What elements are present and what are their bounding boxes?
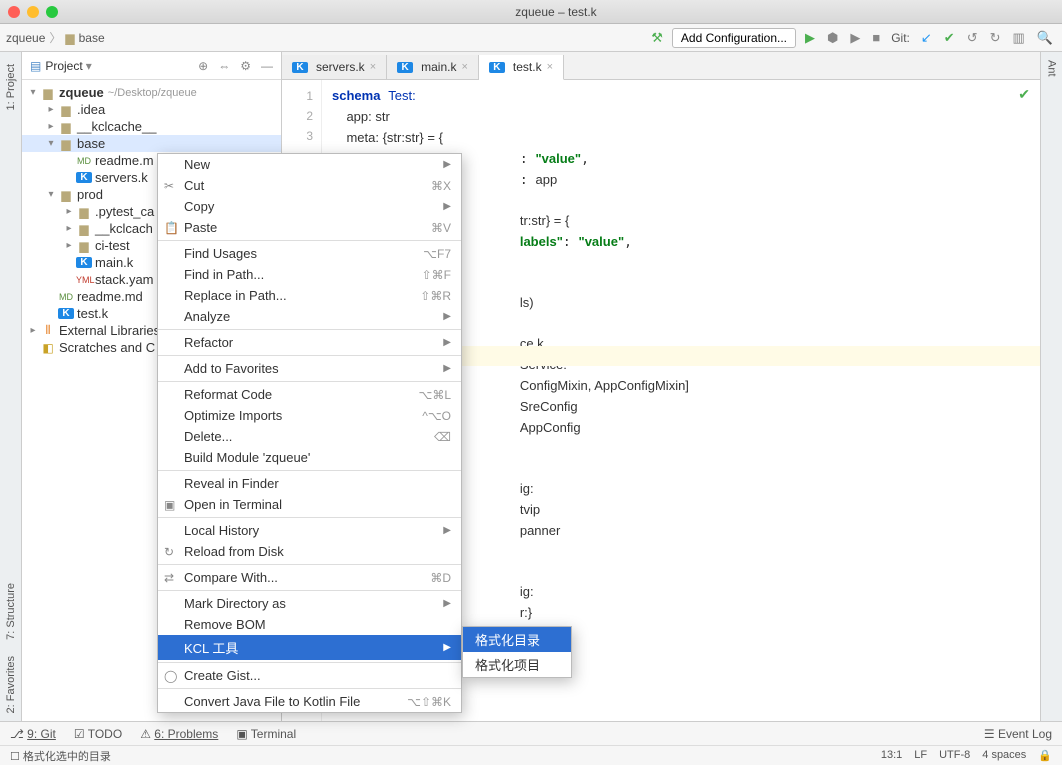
context-submenu: 格式化目录格式化项目 bbox=[462, 626, 572, 678]
git-label: Git: bbox=[889, 31, 912, 45]
breadcrumb[interactable]: zqueue 〉 ▆ base bbox=[6, 29, 105, 46]
window-controls bbox=[8, 6, 58, 18]
hide-icon[interactable]: — bbox=[261, 59, 273, 73]
status-encoding[interactable]: UTF-8 bbox=[939, 749, 970, 762]
breadcrumb-item[interactable]: base bbox=[79, 31, 105, 45]
coverage-icon[interactable]: ▶ bbox=[847, 30, 863, 46]
tab-main[interactable]: Kmain.k× bbox=[387, 55, 479, 79]
menu-item[interactable]: KCL 工具▶ bbox=[158, 635, 461, 660]
menu-item[interactable]: Mark Directory as▶ bbox=[158, 593, 461, 614]
check-icon: ✔ bbox=[1018, 86, 1030, 103]
status-position[interactable]: 13:1 bbox=[881, 749, 902, 762]
folder-icon: ▆ bbox=[65, 31, 74, 45]
gear-icon[interactable]: ⚙ bbox=[240, 59, 251, 73]
tool-problems[interactable]: ⚠ 6: Problems bbox=[140, 727, 218, 741]
submenu-item[interactable]: 格式化目录 bbox=[463, 627, 571, 652]
debug-icon[interactable]: ⬢ bbox=[824, 30, 841, 46]
target-icon[interactable]: ⊕ bbox=[198, 59, 208, 73]
menu-item[interactable]: Find Usages⌥F7 bbox=[158, 243, 461, 264]
menu-item[interactable]: Add to Favorites▶ bbox=[158, 358, 461, 379]
bottom-tool-bar: ⎇ 9: Git ☑ TODO ⚠ 6: Problems ▣ Terminal… bbox=[0, 721, 1062, 745]
tab-test[interactable]: Ktest.k× bbox=[479, 55, 564, 80]
git-update-icon[interactable]: ↙ bbox=[918, 30, 935, 46]
menu-item[interactable]: ✂Cut⌘X bbox=[158, 175, 461, 196]
close-icon[interactable]: × bbox=[461, 61, 467, 73]
minimize-icon[interactable] bbox=[27, 6, 39, 18]
maximize-icon[interactable] bbox=[46, 6, 58, 18]
tree-item[interactable]: ▸▆.idea bbox=[22, 101, 281, 118]
tool-structure[interactable]: 7: Structure bbox=[5, 583, 17, 640]
menu-item[interactable]: Optimize Imports^⌥O bbox=[158, 405, 461, 426]
add-configuration-button[interactable]: Add Configuration... bbox=[672, 28, 796, 48]
main-toolbar: zqueue 〉 ▆ base ⚒ Add Configuration... ▶… bbox=[0, 24, 1062, 52]
tree-root[interactable]: ▾▆zqueue~/Desktop/zqueue bbox=[22, 84, 281, 101]
breadcrumb-item[interactable]: zqueue bbox=[6, 31, 45, 45]
menu-item[interactable]: ⇄Compare With...⌘D bbox=[158, 567, 461, 588]
menu-item[interactable]: Replace in Path...⇧⌘R bbox=[158, 285, 461, 306]
menu-item[interactable]: Copy▶ bbox=[158, 196, 461, 217]
menu-item[interactable]: Reformat Code⌥⌘L bbox=[158, 384, 461, 405]
sidebar-title[interactable]: Project bbox=[45, 59, 82, 73]
menu-item[interactable]: Reveal in Finder bbox=[158, 473, 461, 494]
status-indent[interactable]: 4 spaces bbox=[982, 749, 1026, 762]
left-tool-strip: 1: Project 7: Structure 2: Favorites bbox=[0, 52, 22, 721]
collapse-icon[interactable]: ⇔ bbox=[218, 59, 230, 73]
close-icon[interactable]: × bbox=[547, 61, 553, 73]
menu-item[interactable]: New▶ bbox=[158, 154, 461, 175]
tree-item-base[interactable]: ▾▆base bbox=[22, 135, 281, 152]
menu-item[interactable]: Delete...⌫ bbox=[158, 426, 461, 447]
menu-item[interactable]: Build Module 'zqueue' bbox=[158, 447, 461, 468]
tool-terminal[interactable]: ▣ Terminal bbox=[236, 727, 296, 741]
menu-item[interactable]: 📋Paste⌘V bbox=[158, 217, 461, 238]
tool-project[interactable]: 1: Project bbox=[5, 64, 17, 110]
menu-item[interactable]: ▣Open in Terminal bbox=[158, 494, 461, 515]
stop-icon[interactable]: ■ bbox=[869, 30, 883, 45]
structure-icon[interactable]: ▥ bbox=[1010, 30, 1028, 46]
window-title: zqueue – test.k bbox=[58, 5, 1054, 19]
tool-git[interactable]: ⎇ 9: Git bbox=[10, 727, 56, 741]
right-tool-strip: Ant bbox=[1040, 52, 1062, 721]
menu-item[interactable]: ◯Create Gist... bbox=[158, 665, 461, 686]
menu-item[interactable]: Local History▶ bbox=[158, 520, 461, 541]
menu-item[interactable]: ↻Reload from Disk bbox=[158, 541, 461, 562]
tool-todo[interactable]: ☑ TODO bbox=[74, 727, 122, 741]
context-menu: New▶✂Cut⌘XCopy▶📋Paste⌘V Find Usages⌥F7Fin… bbox=[157, 153, 462, 713]
status-bar: ☐ 格式化选中的目录 13:1 LF UTF-8 4 spaces 🔒 bbox=[0, 745, 1062, 765]
menu-item[interactable]: Find in Path...⇧⌘F bbox=[158, 264, 461, 285]
tool-ant[interactable]: Ant bbox=[1046, 60, 1058, 77]
chevron-right-icon: 〉 bbox=[49, 29, 61, 46]
project-icon: ▤ bbox=[30, 59, 41, 73]
close-icon[interactable]: × bbox=[370, 61, 376, 73]
run-icon[interactable]: ▶ bbox=[802, 30, 818, 46]
titlebar: zqueue – test.k bbox=[0, 0, 1062, 24]
tool-event-log[interactable]: ☰ Event Log bbox=[984, 727, 1052, 741]
rollback-icon[interactable]: ↻ bbox=[987, 30, 1004, 46]
lock-icon[interactable]: 🔒 bbox=[1038, 749, 1052, 762]
close-icon[interactable] bbox=[8, 6, 20, 18]
menu-item[interactable]: Analyze▶ bbox=[158, 306, 461, 327]
chevron-down-icon[interactable]: ▾ bbox=[86, 59, 92, 73]
menu-item[interactable]: Convert Java File to Kotlin File⌥⇧⌘K bbox=[158, 691, 461, 712]
tab-servers[interactable]: Kservers.k× bbox=[282, 55, 387, 79]
submenu-item[interactable]: 格式化项目 bbox=[463, 652, 571, 677]
tree-item[interactable]: ▸▆__kclcache__ bbox=[22, 118, 281, 135]
git-commit-icon[interactable]: ✔ bbox=[941, 30, 958, 46]
sidebar-header: ▤ Project ▾ ⊕ ⇔ ⚙ — bbox=[22, 52, 281, 80]
status-message: ☐ 格式化选中的目录 bbox=[10, 748, 111, 764]
menu-item[interactable]: Remove BOM bbox=[158, 614, 461, 635]
tool-favorites[interactable]: 2: Favorites bbox=[5, 656, 17, 713]
search-icon[interactable]: 🔍 bbox=[1034, 30, 1056, 46]
status-line-ending[interactable]: LF bbox=[914, 749, 927, 762]
editor-tabs: Kservers.k× Kmain.k× Ktest.k× bbox=[282, 52, 1040, 80]
menu-item[interactable]: Refactor▶ bbox=[158, 332, 461, 353]
hammer-icon[interactable]: ⚒ bbox=[648, 30, 666, 46]
history-icon[interactable]: ↺ bbox=[964, 30, 981, 46]
